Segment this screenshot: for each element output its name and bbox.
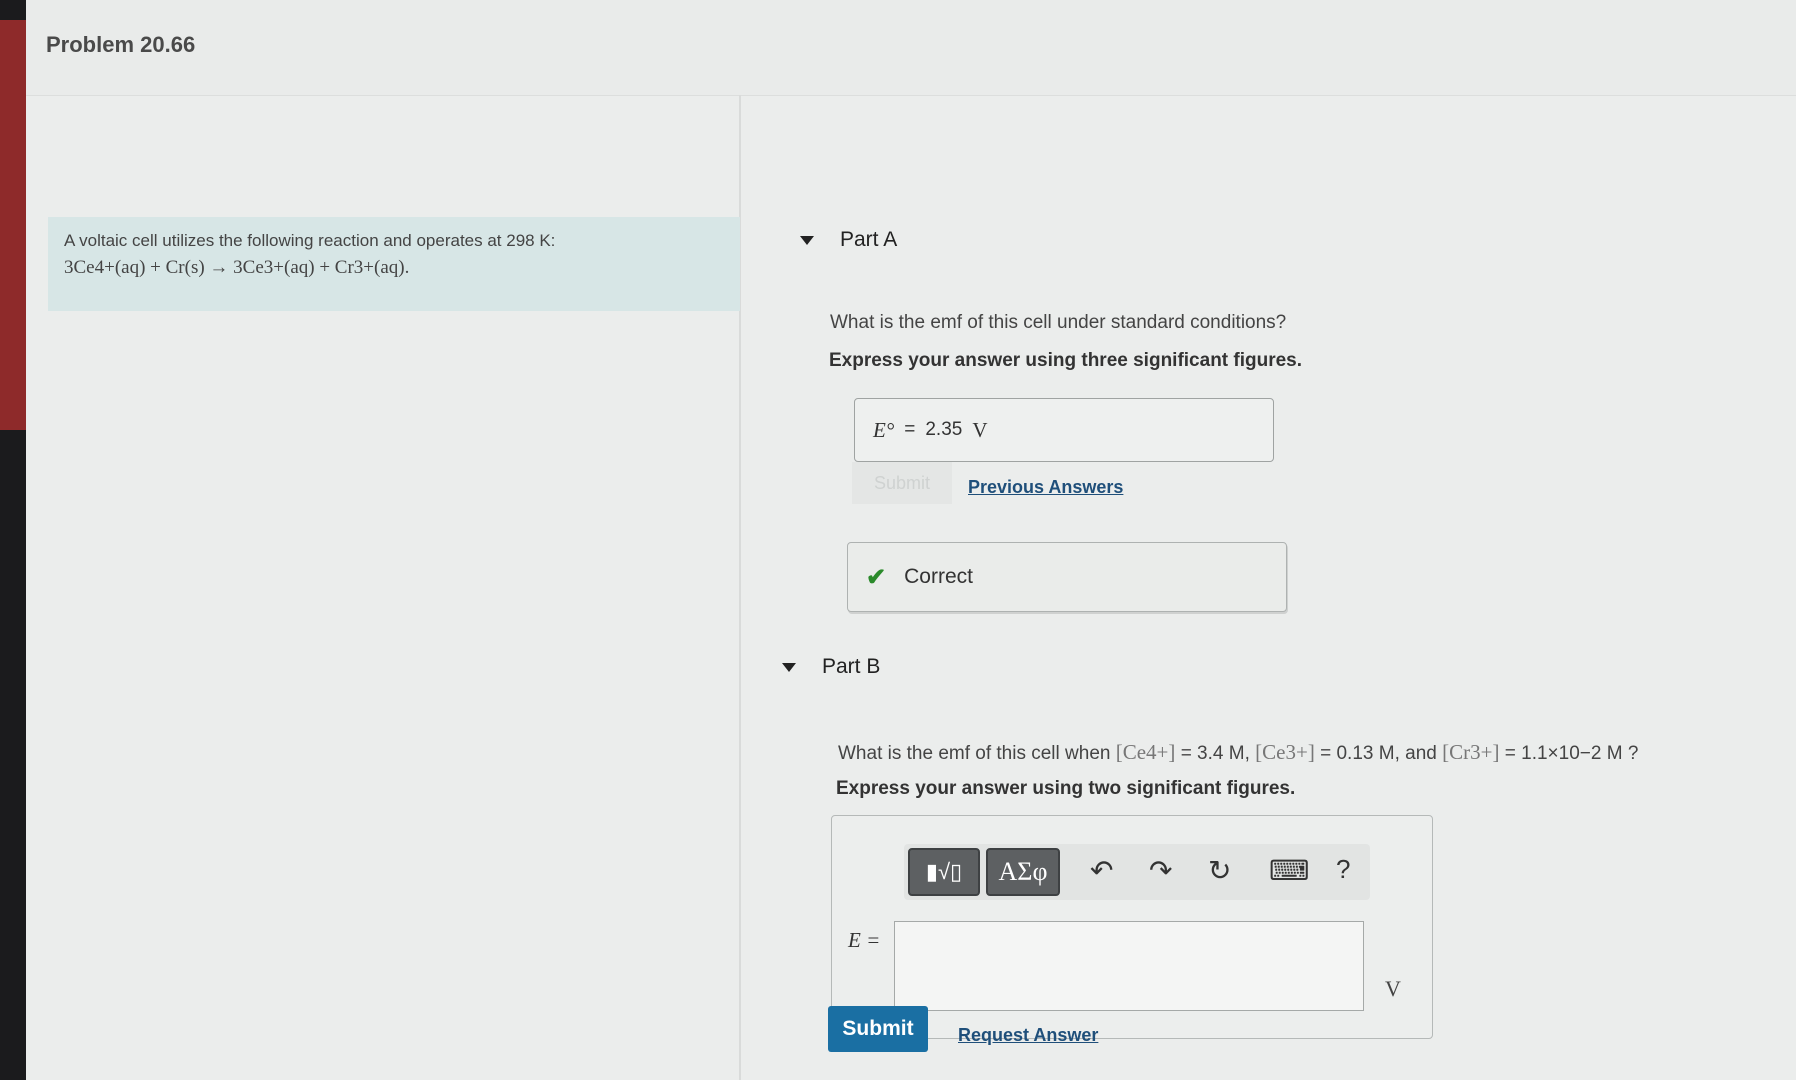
redo-icon[interactable]: ↷ (1149, 854, 1172, 887)
part-b-question: What is the emf of this cell when [Ce4+]… (838, 740, 1639, 764)
ce3-value: = 0.13 M (1320, 743, 1395, 764)
feedback-box: ✔ Correct (847, 542, 1287, 612)
page: Problem 20.66 A voltaic cell utilizes th… (26, 0, 1796, 1080)
reset-icon[interactable]: ↻ (1208, 854, 1231, 887)
screen-edge-accent (0, 20, 26, 430)
ce4-label: [Ce4+] (1115, 740, 1176, 764)
screen-edge (0, 0, 26, 1080)
answer-value: 2.35 (925, 419, 963, 440)
part-b-header[interactable]: Part B (782, 655, 880, 679)
answer-unit: V (972, 417, 988, 442)
submit-button[interactable]: Submit (828, 1006, 928, 1052)
feedback-label: Correct (904, 565, 973, 588)
request-answer-link[interactable]: Request Answer (958, 1025, 1098, 1046)
part-b-label[interactable]: Part B (822, 655, 880, 679)
answer-symbol: E = (848, 928, 881, 952)
and-text: , and (1394, 743, 1437, 764)
cr3-value: = 1.1×10−2 M ? (1504, 743, 1639, 764)
answer-equals: = (904, 419, 916, 440)
answer-unit: V (1385, 976, 1401, 1001)
top-bar: Problem 20.66 (26, 0, 1796, 96)
ce4-value: = 3.4 M (1180, 743, 1245, 764)
part-a-header[interactable]: Part A (800, 228, 897, 252)
part-a-label[interactable]: Part A (840, 228, 897, 252)
part-a-answer-box: E° = 2.35 V (854, 398, 1274, 462)
answer-input[interactable] (894, 921, 1364, 1011)
keyboard-icon[interactable]: ⌨ (1269, 854, 1309, 887)
problem-title: Problem 20.66 (46, 32, 196, 57)
undo-icon[interactable]: ↶ (1090, 854, 1113, 887)
part-b-instruction: Express your answer using two significan… (836, 778, 1296, 799)
part-a-question: What is the emf of this cell under stand… (830, 312, 1287, 333)
previous-answers-link[interactable]: Previous Answers (968, 477, 1123, 498)
part-a-submit-button: Submit (852, 462, 952, 504)
caret-down-icon[interactable] (782, 662, 796, 672)
greek-symbols-button[interactable]: ΑΣφ (986, 848, 1060, 896)
intro-text: A voltaic cell utilizes the following re… (64, 231, 556, 250)
ce3-label: [Ce3+] (1255, 740, 1315, 764)
answer-symbol: E° (873, 417, 895, 442)
checkmark-icon: ✔ (866, 563, 887, 591)
problem-intro: A voltaic cell utilizes the following re… (48, 217, 740, 311)
question-prefix: What is the emf of this cell when (838, 743, 1111, 764)
help-icon[interactable]: ? (1336, 854, 1350, 885)
template-button[interactable]: ▮√▯ (908, 848, 980, 896)
part-a-instruction: Express your answer using three signific… (829, 350, 1303, 371)
reaction-equation: 3Ce4+(aq) + Cr(s) → 3Ce3+(aq) + Cr3+(aq)… (64, 257, 410, 278)
cr3-label: [Cr3+] (1442, 740, 1500, 764)
math-toolbar: ▮√▯ ΑΣφ ↶ ↷ ↻ ⌨ ? (904, 844, 1370, 900)
caret-down-icon[interactable] (800, 235, 814, 245)
